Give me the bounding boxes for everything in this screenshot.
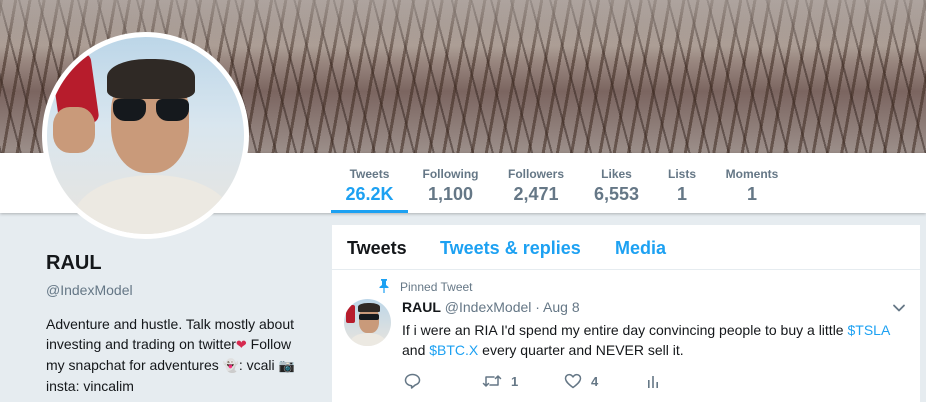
tweet-separator: · [531, 299, 544, 315]
stat-followers-label: Followers [507, 167, 564, 181]
stat-moments[interactable]: Moments 1 [720, 153, 784, 213]
reply-button[interactable] [404, 371, 421, 391]
profile-card: RAUL @IndexModel Adventure and hustle. T… [46, 252, 316, 396]
bio-text-4: insta: vincalim [46, 378, 134, 394]
stat-lists[interactable]: Lists 1 [662, 153, 702, 213]
stat-lists-label: Lists [667, 167, 696, 181]
stat-moments-value: 1 [746, 184, 757, 204]
stat-moments-label: Moments [725, 167, 779, 181]
timeline: Tweets Tweets & replies Media Pinned Twe… [332, 225, 920, 402]
tab-media[interactable]: Media [615, 238, 666, 259]
timeline-tabs: Tweets Tweets & replies Media [332, 225, 920, 270]
tweet-author-handle[interactable]: @IndexModel [445, 299, 532, 315]
tweet-author-name[interactable]: RAUL [402, 299, 441, 315]
avatar-photo [47, 37, 244, 234]
profile-page: Tweets 26.2K Following 1,100 Followers 2… [0, 0, 926, 402]
tweet-text-2: and [402, 342, 430, 358]
stat-likes[interactable]: Likes 6,553 [589, 153, 644, 213]
stat-following[interactable]: Following 1,100 [417, 153, 484, 213]
stat-followers-value: 2,471 [513, 184, 559, 204]
pinned-tweet-label: Pinned Tweet [400, 280, 473, 294]
profile-handle[interactable]: @IndexModel [46, 282, 316, 298]
like-count: 4 [591, 373, 599, 389]
tab-tweets[interactable]: Tweets [347, 238, 407, 259]
stat-tweets-label: Tweets [349, 167, 390, 181]
stat-tweets-value: 26.2K [345, 184, 394, 204]
retweet-count: 1 [511, 373, 519, 389]
pin-icon [379, 279, 389, 293]
profile-avatar[interactable] [42, 32, 249, 239]
like-icon [564, 373, 582, 389]
analytics-button[interactable] [647, 371, 659, 391]
profile-name[interactable]: RAUL [46, 252, 316, 275]
stat-tweets[interactable]: Tweets 26.2K [331, 153, 408, 213]
ghost-emoji: 👻 [222, 358, 239, 373]
chevron-down-icon[interactable] [892, 301, 906, 315]
red-heart-emoji: ❤ [235, 337, 247, 352]
bio-text-3: : vcali [238, 357, 275, 373]
tweet-header: RAUL @IndexModel · Aug 8 [402, 299, 580, 315]
tweet-actions: 1 4 [404, 371, 704, 391]
tweet-text-3: every quarter and NEVER sell it. [478, 342, 684, 358]
stat-likes-label: Likes [601, 167, 632, 181]
tab-tweets-and-replies[interactable]: Tweets & replies [440, 238, 581, 259]
retweet-button[interactable]: 1 [482, 371, 518, 391]
stat-following-label: Following [422, 167, 479, 181]
retweet-icon [482, 375, 502, 387]
like-button[interactable]: 4 [564, 371, 598, 391]
cashtag-link[interactable]: $BTC.X [429, 342, 478, 358]
tweet-text-1: If i were an RIA I'd spend my entire day… [402, 322, 848, 338]
stat-likes-value: 6,553 [593, 184, 640, 204]
tweet-avatar[interactable] [344, 299, 391, 346]
stat-following-value: 1,100 [427, 184, 474, 204]
profile-bio: Adventure and hustle. Talk mostly about … [46, 314, 311, 396]
stat-followers[interactable]: Followers 2,471 [502, 153, 570, 213]
reply-icon [404, 373, 421, 389]
stat-lists-value: 1 [676, 184, 687, 204]
tweet-text: If i were an RIA I'd spend my entire day… [402, 320, 907, 360]
camera-emoji: 📷 [278, 358, 295, 373]
analytics-icon [648, 376, 658, 388]
cashtag-link[interactable]: $TSLA [847, 322, 890, 338]
tweet-date[interactable]: Aug 8 [543, 299, 580, 315]
